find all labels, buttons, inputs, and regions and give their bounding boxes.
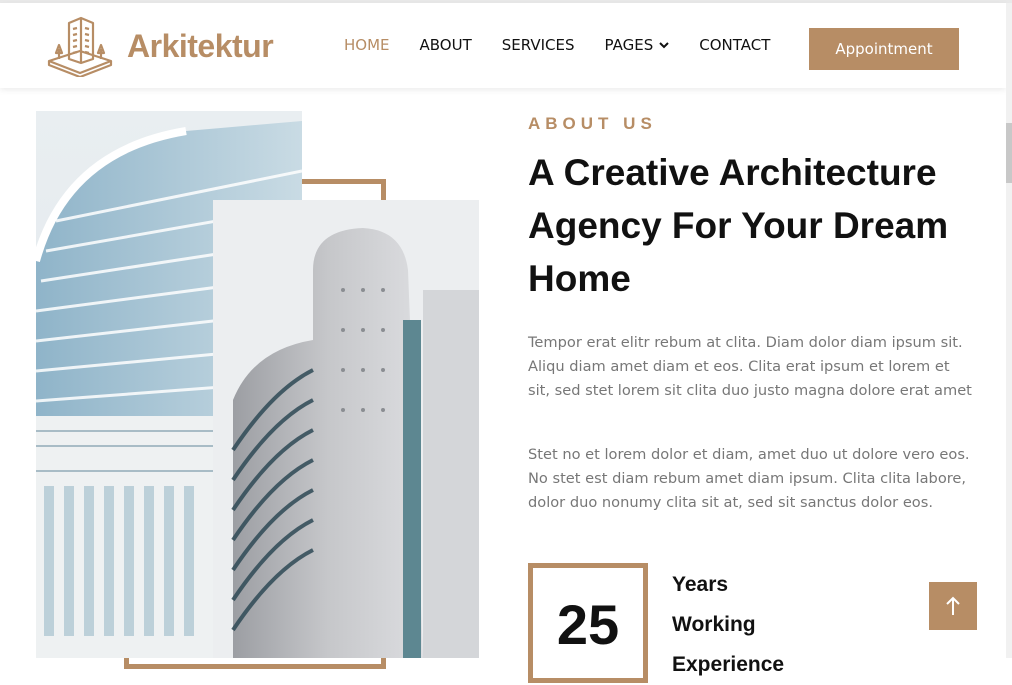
years-badge: 25 bbox=[528, 563, 648, 683]
navbar: Arkitektur HOME ABOUT SERVICES PAGES CON… bbox=[0, 3, 1006, 88]
section-heading: A Creative Architecture Agency For Your … bbox=[528, 152, 949, 299]
nav-about[interactable]: ABOUT bbox=[420, 36, 472, 54]
chevron-down-icon bbox=[659, 42, 669, 49]
page-scrollbar[interactable] bbox=[1006, 3, 1012, 658]
nav-contact[interactable]: CONTACT bbox=[699, 36, 770, 54]
years-number: 25 bbox=[556, 593, 620, 656]
arrow-up-icon bbox=[946, 596, 960, 615]
building-image-right bbox=[213, 200, 479, 658]
years-label: Years Working Experience bbox=[672, 573, 785, 676]
about-paragraph-1: Tempor erat elitr rebum at clita. Diam d… bbox=[528, 334, 972, 399]
nav-pages-label: PAGES bbox=[604, 36, 654, 54]
scrollbar-thumb[interactable] bbox=[1006, 123, 1012, 183]
appointment-button[interactable]: Appointment bbox=[809, 28, 959, 70]
nav-pages[interactable]: PAGES bbox=[605, 36, 670, 54]
brand-name: Arkitektur bbox=[127, 27, 274, 64]
about-paragraph-2: Stet no et lorem dolor et diam, amet duo… bbox=[528, 446, 970, 511]
building-logo-icon bbox=[47, 16, 113, 77]
nav-services[interactable]: SERVICES bbox=[502, 36, 575, 54]
nav-home[interactable]: HOME bbox=[344, 36, 390, 54]
back-to-top-button[interactable] bbox=[929, 582, 977, 630]
section-eyebrow: ABOUT US bbox=[528, 114, 657, 133]
main-nav: HOME ABOUT SERVICES PAGES CONTACT bbox=[344, 36, 800, 54]
brand-link[interactable]: Arkitektur bbox=[47, 15, 274, 77]
